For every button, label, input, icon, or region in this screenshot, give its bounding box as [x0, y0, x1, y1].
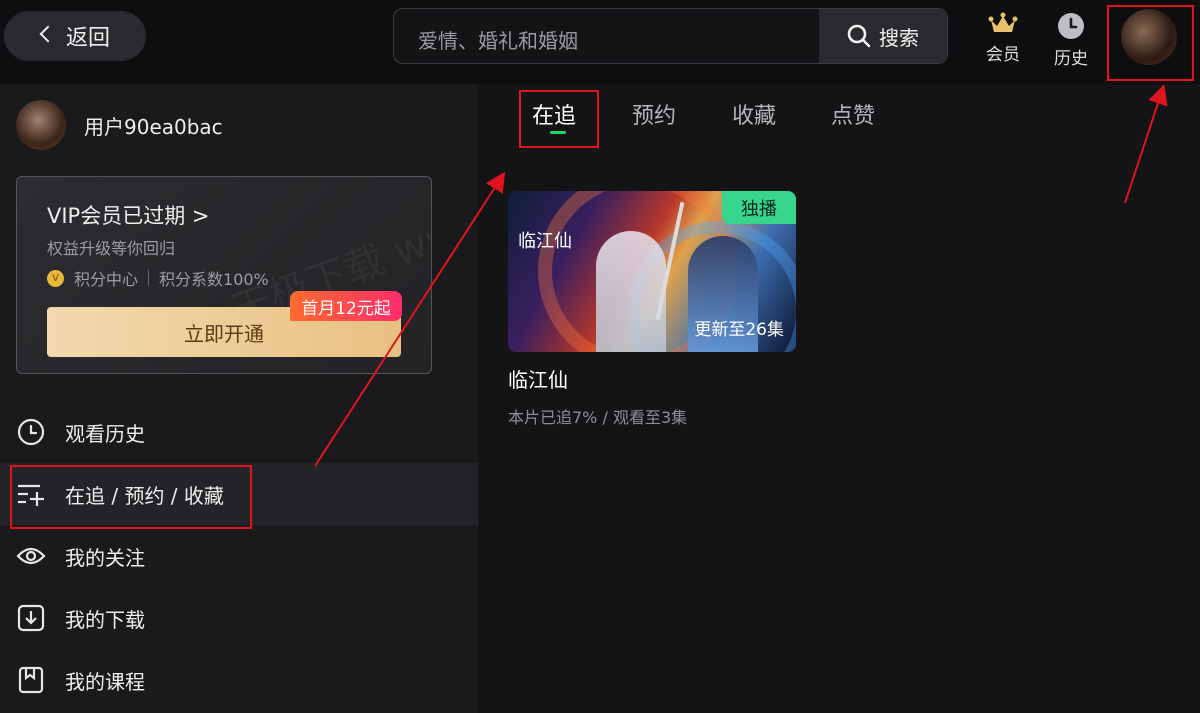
tab-reservations[interactable]: 预约	[632, 98, 676, 130]
menu-item-label: 观看历史	[65, 421, 145, 446]
points-center-link[interactable]: 积分中心	[74, 266, 138, 290]
bookmark-icon	[16, 665, 46, 695]
annotation-box	[519, 90, 599, 148]
menu-item-label: 我的课程	[65, 669, 145, 694]
episode-overlay: 更新至26集	[694, 320, 784, 340]
chevron-left-icon	[39, 25, 57, 43]
show-title[interactable]: 临江仙	[508, 364, 568, 393]
tab-likes[interactable]: 点赞	[831, 98, 875, 130]
vip-card: 天极下载 www.yesky.com VIP会员已过期 > 权益升级等你回归 V…	[16, 176, 432, 374]
user-profile[interactable]: 用户90ea0bac	[16, 100, 223, 150]
crown-icon	[988, 12, 1018, 32]
menu-item-watch-history[interactable]: 观看历史	[0, 401, 478, 463]
vip-subtitle: 权益升级等你回归	[47, 239, 176, 258]
divider	[148, 270, 150, 286]
menu-item-my-follows[interactable]: 我的关注	[0, 525, 478, 587]
annotation-box	[10, 465, 252, 529]
annotation-box	[1107, 5, 1194, 81]
show-poster[interactable]: 临江仙 独播 更新至26集	[508, 191, 796, 352]
menu-item-label: 我的下载	[65, 607, 145, 632]
eye-icon	[16, 541, 46, 571]
vip-nav-label: 会员	[986, 45, 1020, 65]
sidebar: 用户90ea0bac 天极下载 www.yesky.com VIP会员已过期 >…	[0, 84, 478, 713]
avatar	[16, 100, 66, 150]
back-button[interactable]: 返回	[4, 11, 146, 61]
search-button[interactable]: 搜索	[819, 9, 947, 63]
download-icon	[16, 603, 46, 633]
main-content: 在追 预约 收藏 点赞	[478, 84, 1200, 713]
menu-item-downloads[interactable]: 我的下载	[0, 587, 478, 649]
search-box: 爱情、婚礼和婚姻 搜索	[393, 8, 948, 64]
search-button-label: 搜索	[879, 25, 919, 50]
clock-icon	[1058, 13, 1084, 39]
vip-status-link[interactable]: VIP会员已过期 >	[47, 200, 210, 230]
poster-art	[596, 231, 666, 352]
search-input[interactable]: 爱情、婚礼和婚姻	[418, 25, 578, 54]
show-progress: 本片已追7% / 观看至3集	[508, 408, 688, 427]
exclusive-badge: 独播	[722, 191, 796, 224]
clock-icon	[16, 417, 46, 447]
history-nav-label: 历史	[1054, 49, 1088, 69]
history-nav[interactable]: 历史	[1046, 12, 1096, 69]
poster-title-art: 临江仙	[518, 231, 572, 252]
menu-item-courses[interactable]: 我的课程	[0, 649, 478, 711]
back-button-label: 返回	[66, 26, 111, 51]
top-bar: 返回 爱情、婚礼和婚姻 搜索 会员 历史	[0, 0, 1200, 84]
menu-item-label: 我的关注	[65, 545, 145, 570]
search-icon	[847, 24, 871, 48]
tab-favorites[interactable]: 收藏	[732, 98, 776, 130]
coin-icon: V	[47, 269, 64, 287]
promo-badge: 首月12元起	[290, 291, 402, 321]
username: 用户90ea0bac	[84, 114, 223, 139]
points-row: V 积分中心 积分系数100%	[47, 266, 269, 290]
vip-nav[interactable]: 会员	[978, 12, 1028, 65]
points-rate: 积分系数100%	[159, 270, 269, 289]
